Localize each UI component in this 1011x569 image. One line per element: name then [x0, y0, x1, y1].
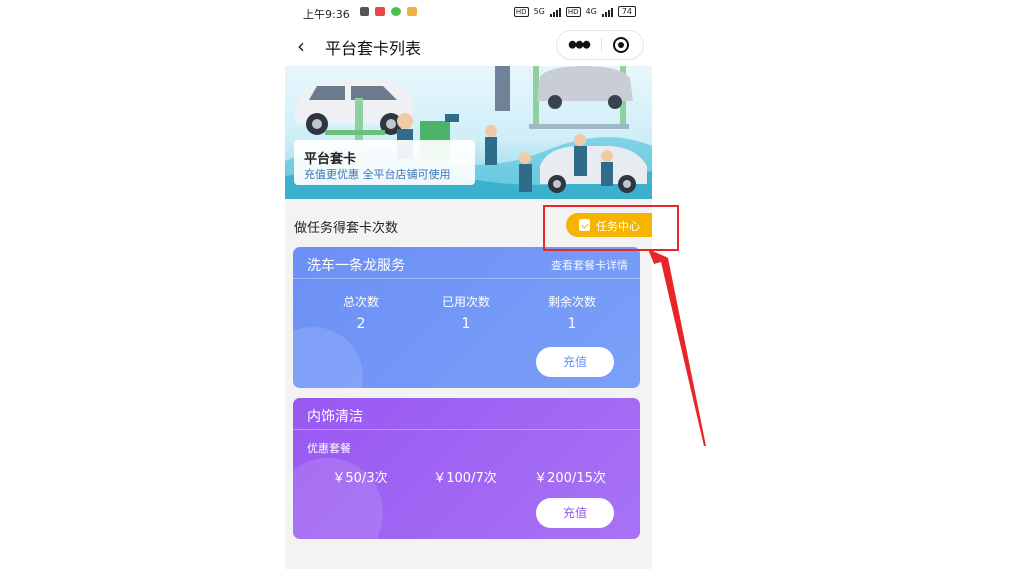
view-card-details-link[interactable]: 查看套餐卡详情	[551, 257, 628, 273]
back-chevron-icon[interactable]: ‹	[297, 34, 305, 58]
status-right: HD 5G HD 4G 74	[513, 6, 636, 17]
battery-icon: 74	[617, 6, 636, 17]
mute-icon	[360, 7, 369, 16]
signal-icon-2	[601, 7, 613, 17]
stat-total: 总次数 2	[321, 293, 401, 332]
wechat-icon	[391, 7, 401, 16]
stat-remaining: 剩余次数 1	[532, 293, 612, 332]
capsule-divider	[601, 38, 602, 52]
annotation-highlight-box	[543, 205, 679, 251]
signal-icon	[549, 7, 561, 17]
card-interior-header: 内饰清洁	[293, 398, 640, 430]
hd-icon: HD	[513, 6, 529, 17]
decor-circle	[293, 327, 363, 388]
recharge-button[interactable]: 充值	[536, 347, 614, 377]
banner-title: 平台套卡	[304, 152, 357, 167]
network-4g: 4G	[585, 7, 597, 16]
status-bar: 上午9:36 HD 5G HD 4G 74	[285, 0, 652, 26]
banner-caption-card: 平台套卡 充值更优惠 全平台店铺可使用	[294, 140, 475, 185]
network-5g: 5G	[533, 7, 545, 16]
message-icon	[407, 7, 417, 16]
recharge-button[interactable]: 充值	[536, 498, 614, 528]
package-subtitle: 优惠套餐	[307, 442, 351, 455]
stat-total-value: 2	[356, 316, 366, 332]
stat-total-label: 总次数	[342, 295, 379, 309]
nav-bar: ‹ 平台套卡列表 ⦁⦁⦁	[285, 26, 652, 66]
close-target-icon[interactable]	[613, 37, 629, 53]
card-car-wash-title: 洗车一条龙服务	[307, 258, 405, 274]
price-option-1: ￥50/3次	[332, 471, 388, 486]
app-notification-icon	[375, 7, 385, 16]
price-option-2: ￥100/7次	[433, 471, 497, 486]
mini-program-capsule: ⦁⦁⦁	[556, 30, 644, 60]
stat-used: 已用次数 1	[426, 293, 506, 332]
card-car-wash: 洗车一条龙服务 查看套餐卡详情 总次数 2 已用次数 1 剩余次数 1 充值	[293, 247, 640, 388]
card-interior-title: 内饰清洁	[307, 409, 363, 425]
banner-subtitle: 充值更优惠 全平台店铺可使用	[304, 168, 451, 181]
stat-used-label: 已用次数	[441, 295, 490, 309]
promo-banner[interactable]: 平台套卡 充值更优惠 全平台店铺可使用	[285, 66, 652, 199]
card-car-wash-header: 洗车一条龙服务 查看套餐卡详情	[293, 247, 640, 279]
card-interior-cleaning: 内饰清洁 优惠套餐 ￥50/3次 ￥100/7次 ￥200/15次 充值	[293, 398, 640, 539]
more-icon[interactable]: ⦁⦁⦁	[557, 31, 601, 59]
page-title: 平台套卡列表	[325, 39, 422, 58]
phone-screen: 上午9:36 HD 5G HD 4G 74 ‹ 平台套卡列表 ⦁⦁⦁ 平台套卡 …	[285, 0, 652, 569]
hd-icon-2: HD	[565, 6, 581, 17]
task-label: 做任务得套卡次数	[294, 221, 399, 236]
stat-remaining-value: 1	[567, 316, 577, 332]
stat-used-value: 1	[461, 316, 471, 332]
notification-icons	[360, 7, 417, 16]
price-option-3: ￥200/15次	[534, 471, 606, 486]
stat-remaining-label: 剩余次数	[547, 295, 596, 309]
status-time: 上午9:36	[303, 8, 350, 21]
